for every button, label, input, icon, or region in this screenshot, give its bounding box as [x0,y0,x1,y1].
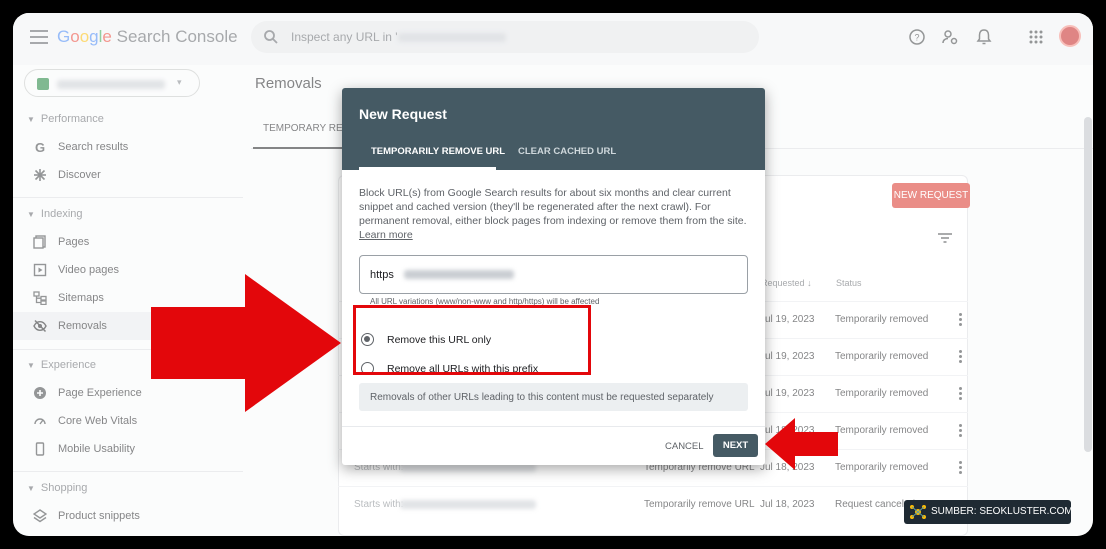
blurred-url [404,270,514,279]
highlight-box [353,305,591,375]
info-note: Removals of other URLs leading to this c… [359,383,748,411]
arrow-right-icon [151,274,341,412]
arrow-left-icon [765,418,838,470]
next-button[interactable]: NEXT [713,434,758,457]
url-input-value: https [370,269,394,281]
url-input[interactable]: https [359,255,748,294]
tab-indicator [359,167,496,170]
tab-clear-cached-url[interactable]: CLEAR CACHED URL [518,146,616,157]
learn-more-link[interactable]: Learn more [359,229,413,241]
dialog-header: New Request TEMPORARILY REMOVE URL CLEAR… [342,88,765,170]
app-window: Google Search Console Inspect any URL in… [13,13,1093,536]
network-icon [910,505,926,519]
dialog-description: Block URL(s) from Google Search results … [359,187,747,241]
dialog-title: New Request [359,106,447,122]
divider [342,426,765,427]
cancel-button[interactable]: CANCEL [665,441,704,452]
source-watermark: SUMBER: SEOKLUSTER.COM [904,500,1073,524]
tab-temporarily-remove-url[interactable]: TEMPORARILY REMOVE URL [371,146,505,157]
new-request-dialog: New Request TEMPORARILY REMOVE URL CLEAR… [342,88,765,465]
